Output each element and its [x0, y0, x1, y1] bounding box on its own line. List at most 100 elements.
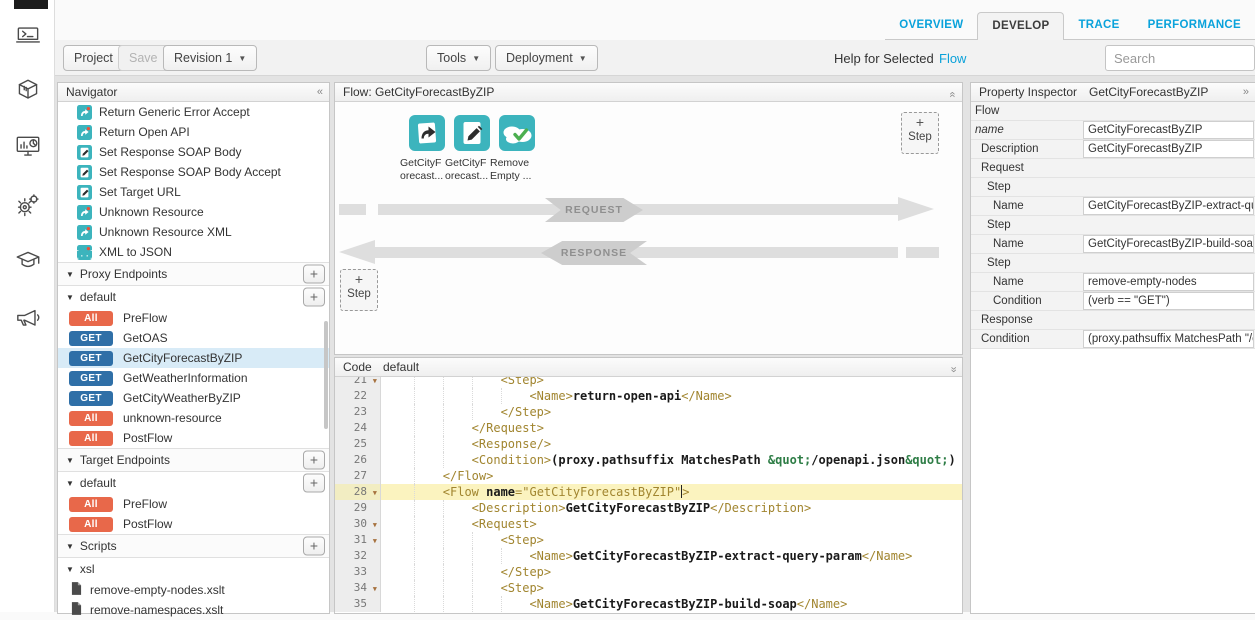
- code-line[interactable]: 23</Step>: [335, 404, 962, 420]
- navigator-section-proxy-endpoints[interactable]: ▼Proxy Endpoints+: [58, 262, 329, 286]
- code-line[interactable]: 32<Name>GetCityForecastByZIP-extract-que…: [335, 548, 962, 564]
- navigator-flow-unknown-resource[interactable]: Allunknown-resource: [58, 408, 329, 428]
- code-text: <Response/>: [381, 436, 962, 452]
- code-token: ): [949, 453, 956, 467]
- code-line[interactable]: 24</Request>: [335, 420, 962, 436]
- collapse-left-icon[interactable]: «: [317, 83, 323, 102]
- navigator-flow-preflow[interactable]: AllPreFlow: [58, 308, 329, 328]
- property-value[interactable]: remove-empty-nodes: [1083, 273, 1254, 291]
- navigator-flow-getcityweatherbyzip[interactable]: GETGetCityWeatherByZIP: [58, 388, 329, 408]
- gears-icon[interactable]: [13, 190, 43, 220]
- add-button[interactable]: +: [303, 265, 325, 284]
- navigator-section-scripts[interactable]: ▼Scripts+: [58, 534, 329, 558]
- flow-panel: Flow: GetCityForecastByZIP » + Step REQU…: [334, 82, 963, 355]
- navigator-policy-item[interactable]: Unknown Resource: [58, 202, 329, 222]
- method-badge: All: [69, 497, 113, 512]
- navigator-flow-preflow[interactable]: AllPreFlow: [58, 494, 329, 514]
- code-line[interactable]: 21▼<Step>: [335, 377, 962, 388]
- code-line[interactable]: 29<Description>GetCityForecastByZIP</Des…: [335, 500, 962, 516]
- navigator-scrollbar[interactable]: [324, 321, 328, 429]
- help-for-selected-label: Help for Selected: [834, 51, 934, 66]
- tab-develop[interactable]: DEVELOP: [977, 12, 1064, 40]
- navigator-policy-item[interactable]: Set Response SOAP Body: [58, 142, 329, 162]
- navigator-policy-item[interactable]: Set Response SOAP Body Accept: [58, 162, 329, 182]
- package-icon[interactable]: [13, 76, 43, 106]
- code-line[interactable]: 30▼<Request>: [335, 516, 962, 532]
- analytics-icon[interactable]: [13, 132, 43, 162]
- code-line[interactable]: 27</Flow>: [335, 468, 962, 484]
- code-line[interactable]: 34▼<Step>: [335, 580, 962, 596]
- property-value[interactable]: GetCityForecastByZIP: [1083, 140, 1254, 158]
- fold-arrow-icon[interactable]: ▼: [373, 517, 377, 533]
- navigator-file-item[interactable]: remove-empty-nodes.xslt: [58, 580, 329, 600]
- add-step-response-button[interactable]: + Step: [340, 269, 378, 311]
- code-line[interactable]: 26<Condition>(proxy.pathsuffix MatchesPa…: [335, 452, 962, 468]
- indent-guide: [385, 484, 414, 500]
- code-line[interactable]: 33</Step>: [335, 564, 962, 580]
- navigator-group-default[interactable]: ▼default+: [58, 286, 329, 308]
- flow-label: PreFlow: [123, 311, 167, 325]
- navigator-group-xsl[interactable]: ▼xsl: [58, 558, 329, 580]
- edit-step-icon[interactable]: [454, 115, 490, 151]
- collapse-right-icon[interactable]: »: [1243, 83, 1249, 102]
- navigator-flow-postflow[interactable]: AllPostFlow: [58, 514, 329, 534]
- navigator-policy-item[interactable]: Return Generic Error Accept: [58, 102, 329, 122]
- fold-arrow-icon[interactable]: ▼: [373, 581, 377, 597]
- add-button[interactable]: +: [303, 537, 325, 556]
- property-value[interactable]: GetCityForecastByZIP-build-soap: [1083, 235, 1254, 253]
- add-button[interactable]: +: [303, 474, 325, 493]
- navigator-policy-item[interactable]: Return Open API: [58, 122, 329, 142]
- property-value[interactable]: GetCityForecastByZIP-extract-query-param: [1083, 197, 1254, 215]
- help-flow-link[interactable]: Flow: [939, 51, 966, 66]
- code-token: >: [682, 485, 689, 499]
- extract-step-icon[interactable]: [409, 115, 445, 151]
- code-text: <Step>: [381, 532, 962, 548]
- code-text: <Condition>(proxy.pathsuffix MatchesPath…: [381, 452, 962, 468]
- navigator-policy-item[interactable]: {..}XML to JSON: [58, 242, 329, 262]
- navigator-flow-getweatherinformation[interactable]: GETGetWeatherInformation: [58, 368, 329, 388]
- add-step-request-button[interactable]: + Step: [901, 112, 939, 154]
- add-button[interactable]: +: [303, 288, 325, 307]
- tab-performance[interactable]: PERFORMANCE: [1134, 12, 1255, 39]
- code-token: GetCityForecastByZIP-extract-query-param: [573, 549, 862, 563]
- deployment-button[interactable]: Deployment▼: [495, 45, 598, 71]
- code-line[interactable]: 28▼<Flow name="GetCityForecastByZIP">: [335, 484, 962, 500]
- indent-guide: [501, 596, 530, 612]
- property-value[interactable]: (proxy.pathsuffix MatchesPath "/c: [1083, 330, 1254, 348]
- code-tab-default[interactable]: default: [383, 358, 419, 377]
- add-button[interactable]: +: [303, 451, 325, 470]
- triangle-down-icon: ▼: [66, 270, 74, 279]
- learn-icon[interactable]: [13, 246, 43, 276]
- fold-arrow-icon[interactable]: ▼: [373, 485, 377, 501]
- search-input[interactable]: [1105, 45, 1255, 71]
- navigator-flow-getcityforecastbyzip[interactable]: GETGetCityForecastByZIP: [58, 348, 329, 368]
- revision-button[interactable]: Revision 1▼: [163, 45, 257, 71]
- tab-trace[interactable]: TRACE: [1064, 12, 1133, 39]
- property-value[interactable]: GetCityForecastByZIP: [1083, 121, 1254, 139]
- code-line[interactable]: 25<Response/>: [335, 436, 962, 452]
- navigator-section-target-endpoints[interactable]: ▼Target Endpoints+: [58, 448, 329, 472]
- code-line[interactable]: 35<Name>GetCityForecastByZIP-build-soap<…: [335, 596, 962, 612]
- navigator-policy-item[interactable]: Set Target URL: [58, 182, 329, 202]
- tools-button[interactable]: Tools▼: [426, 45, 491, 71]
- method-badge: GET: [69, 331, 113, 346]
- save-button[interactable]: Save: [118, 45, 169, 71]
- checkcloud-step-icon[interactable]: [499, 115, 535, 151]
- navigator-flow-getoas[interactable]: GETGetOAS: [58, 328, 329, 348]
- navigator-file-item[interactable]: remove-namespaces.xslt: [58, 600, 329, 620]
- code-editor[interactable]: 21▼<Step>22<Name>return-open-api</Name>2…: [335, 377, 962, 613]
- navigator-policy-item[interactable]: Unknown Resource XML: [58, 222, 329, 242]
- code-line[interactable]: 22<Name>return-open-api</Name>: [335, 388, 962, 404]
- property-value[interactable]: (verb == "GET"): [1083, 292, 1254, 310]
- megaphone-icon[interactable]: [13, 302, 43, 332]
- navigator-group-default[interactable]: ▼default+: [58, 472, 329, 494]
- indent-guide: [414, 580, 443, 596]
- collapse-up-icon[interactable]: »: [943, 91, 962, 97]
- tab-overview[interactable]: OVERVIEW: [885, 12, 977, 39]
- terminal-icon[interactable]: [13, 20, 43, 50]
- code-line[interactable]: 31▼<Step>: [335, 532, 962, 548]
- expand-down-icon[interactable]: »: [943, 366, 962, 372]
- fold-arrow-icon[interactable]: ▼: [373, 533, 377, 549]
- code-token: name: [479, 485, 515, 499]
- navigator-flow-postflow[interactable]: AllPostFlow: [58, 428, 329, 448]
